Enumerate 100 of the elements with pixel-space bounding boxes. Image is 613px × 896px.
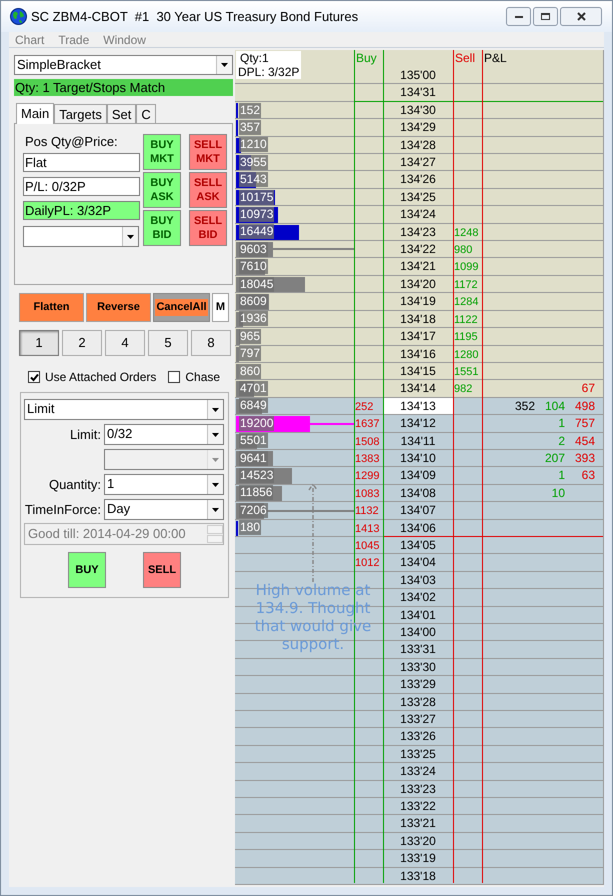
caret-icon [127,234,134,238]
volume-value: 9641 [239,450,268,466]
position-label: Pos Qty@Price: [24,134,119,150]
price-cell-text: 134'21 [399,258,437,275]
check-icon [30,372,38,382]
field-label: Quantity: [48,476,101,494]
menu-item[interactable]: Trade [58,30,90,48]
close-button[interactable] [560,7,602,26]
action-button[interactable]: Flatten [19,293,84,322]
price-cell-text: 133'29 [399,676,437,693]
bid-size: 1045 [354,540,380,552]
minimize-button[interactable] [506,7,531,26]
volume-value: 965 [239,328,262,344]
quantity-button[interactable]: 4 [105,330,145,356]
menu-item[interactable]: Chart [15,30,44,48]
pnl-value: 2 [558,434,565,448]
volume-value: 7206 [239,502,268,518]
bid-size: 1299 [354,470,380,482]
volume-value: 7610 [239,259,268,274]
bid-size: 1012 [354,557,380,570]
value-dropdown[interactable]: 0/32 [104,424,224,445]
readout-field: P/L: 0/32P [23,177,140,196]
quantity-label: Qty:1 [239,51,270,65]
status-bar: Qty: 1 Target/Stops Match [14,79,233,96]
price-cell-text: 134'08 [399,484,437,502]
tab[interactable]: C [136,104,156,123]
column-header: Sell [455,51,476,65]
price-cell-text: 134'15 [399,362,437,380]
volume-value: 8609 [239,294,268,309]
volume-value: 6849 [239,398,268,414]
action-button[interactable]: Reverse [86,293,151,322]
ask-size: 1551 [453,366,478,378]
caret-icon [212,458,219,462]
readout-field: Flat [23,153,140,172]
field-label: TimeInForce: [24,500,101,519]
submit-button[interactable]: BUY [68,552,106,588]
value-dropdown[interactable]: 1 [104,474,224,495]
pnl-value: 104 [544,398,565,413]
order-button[interactable]: BUY ASK [143,172,181,208]
account-dropdown[interactable] [23,226,139,247]
quantity-button[interactable]: 2 [62,330,102,356]
volume-value: 16449 [239,224,274,240]
value-dropdown[interactable]: Day [104,499,224,520]
caret-icon [212,408,219,412]
checkbox[interactable] [28,371,40,383]
caret-icon [221,63,228,67]
price-cell-text: 134'01 [399,606,437,623]
action-button[interactable]: CancelAll [153,293,210,322]
price-cell-text: 133'24 [399,763,437,780]
bid-size: 1083 [354,488,380,500]
price-cell-text: 134'28 [399,136,437,154]
quantity-button[interactable]: 8 [191,330,231,356]
volume-value: 3955 [239,154,268,170]
price-cell-text: 133'18 [399,868,437,884]
bid-size: 1413 [354,522,380,535]
pnl-value: 207 [544,450,565,465]
menu-item[interactable]: Window [103,30,146,48]
tab[interactable]: Targets [54,104,107,123]
price-cell-text: 134'22 [399,241,437,258]
volume-value: 5143 [239,172,268,188]
pnl-value: 10 [552,486,565,500]
date-field[interactable]: Good till: 2014-04-29 00:00 [24,523,224,545]
column-header: P&L [483,50,508,67]
volume-value: 357 [239,120,262,135]
price-cell-text: 133'20 [399,832,437,850]
maximize-button[interactable] [533,7,558,26]
pnl-value: 393 [574,450,595,465]
caret-icon [212,482,219,486]
price-cell-text: 133'30 [399,658,437,676]
order-button[interactable]: BUY MKT [143,134,181,170]
price-cell-text: 133'26 [399,728,437,745]
ask-size: 1172 [453,278,478,291]
volume-value: 14523 [239,468,274,484]
price-cell-text: 134'10 [399,450,437,466]
checkbox[interactable] [168,371,180,383]
volume-value: 10973 [239,206,274,222]
globe-icon [10,8,27,25]
price-cell-text: 134'12 [399,415,437,432]
ask-size: 1248 [453,226,478,239]
price-cell-text: 134'27 [399,154,437,170]
order-button[interactable]: BUY BID [143,210,181,246]
volume-value: 1210 [239,137,268,152]
ask-size: 1122 [453,314,478,326]
menu-button[interactable]: M [212,293,229,322]
strategy-dropdown[interactable]: SimpleBracket [14,55,233,75]
ask-size: 980 [453,244,472,256]
tab[interactable]: Main [16,103,54,124]
ask-size: 1280 [453,348,478,360]
quantity-button[interactable]: 5 [148,330,188,356]
price-cell-text: 134'04 [399,554,437,571]
price-cell-text: 133'21 [399,815,437,832]
price-cell-text: 134'26 [399,171,437,188]
price-cell-text: 134'25 [399,188,437,206]
bid-size: 1508 [354,436,380,448]
quantity-button[interactable]: 1 [19,330,59,356]
price-cell-text: 133'22 [399,798,437,814]
submit-button[interactable]: SELL [143,552,181,588]
price-cell-text: 133'19 [399,850,437,867]
order-type-dropdown[interactable]: Limit [24,399,224,420]
tab[interactable]: Set [106,104,136,123]
